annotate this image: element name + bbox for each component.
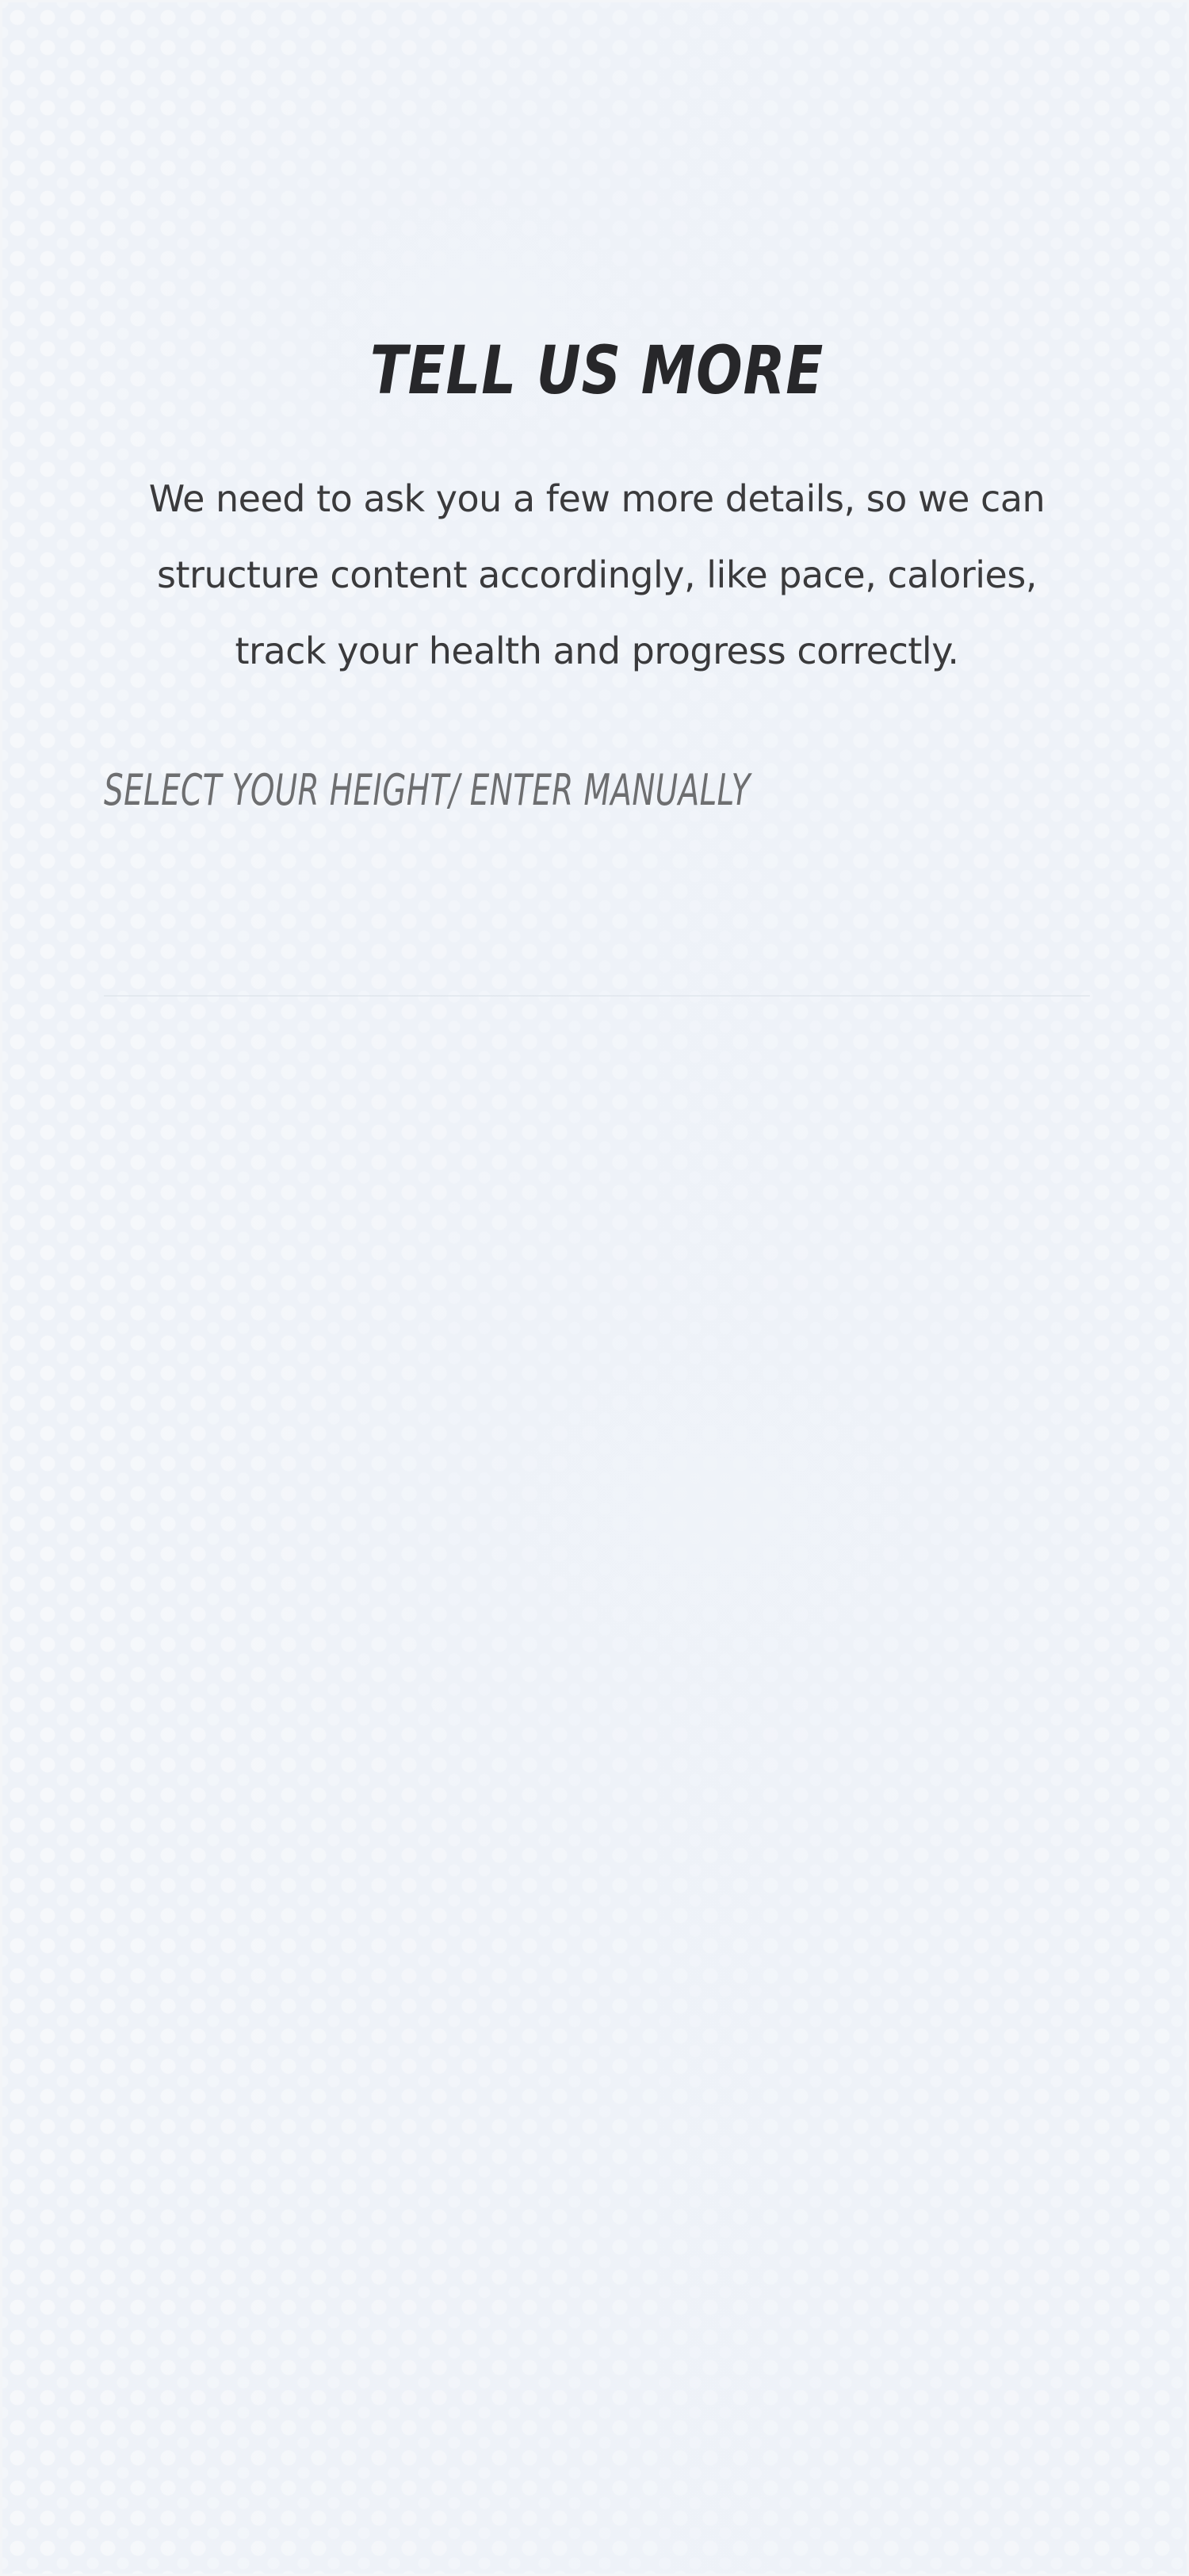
content: TELL US MORE We need to ask you a few mo… [2, 2, 1187, 2574]
height-field-label[interactable]: SELECT YOUR HEIGHT/ ENTER MANUALLY [104, 765, 751, 815]
onboarding-screen: TELL US MORE We need to ask you a few mo… [0, 0, 1189, 2576]
page-description: We need to ask you a few more details, s… [148, 477, 1046, 672]
page-title: TELL US MORE [369, 331, 824, 409]
divider [104, 995, 1090, 997]
height-picker[interactable] [104, 843, 1090, 1001]
